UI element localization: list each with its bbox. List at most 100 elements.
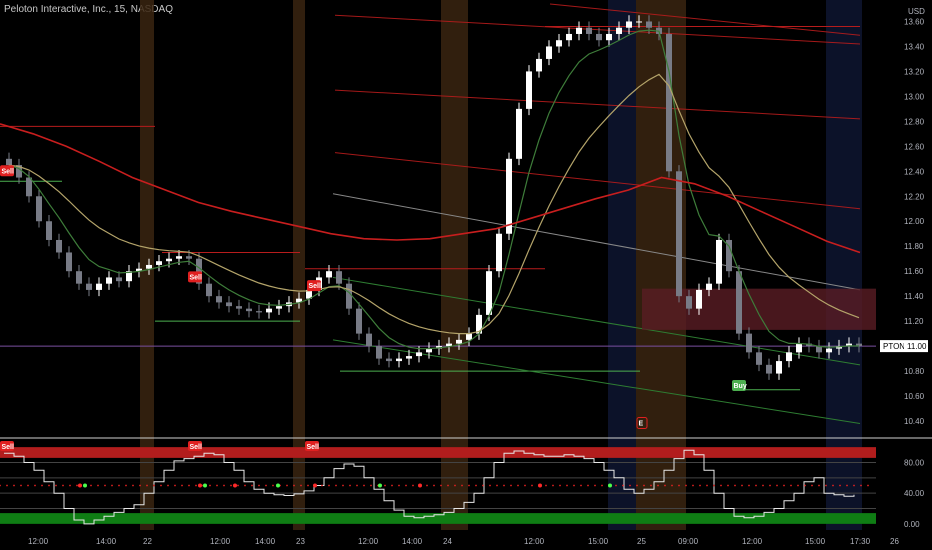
osc-dot bbox=[104, 484, 106, 487]
osc-dot-red bbox=[313, 483, 317, 488]
candle-body bbox=[66, 252, 72, 272]
candle-body bbox=[276, 306, 282, 309]
osc-dot bbox=[867, 484, 869, 487]
candle-body bbox=[756, 352, 762, 365]
candle-body bbox=[736, 271, 742, 334]
osc-dot bbox=[384, 484, 386, 487]
candle-body bbox=[346, 283, 352, 309]
osc-sell-signal-label: Sell bbox=[2, 444, 15, 451]
candle-body bbox=[56, 239, 62, 253]
candle-body bbox=[496, 233, 502, 272]
price-tag-value: 11.00 bbox=[907, 342, 927, 351]
sell-signal-label: E bbox=[639, 421, 644, 428]
osc-dot bbox=[440, 484, 442, 487]
osc-dot bbox=[195, 484, 197, 487]
osc-dot bbox=[545, 484, 547, 487]
osc-dot bbox=[594, 484, 596, 487]
osc-dot bbox=[475, 484, 477, 487]
osc-dot bbox=[300, 484, 302, 487]
price-tick-label: 12.60 bbox=[904, 142, 925, 151]
candle-body bbox=[156, 261, 162, 265]
osc-dot bbox=[181, 484, 183, 487]
osc-dot bbox=[97, 484, 99, 487]
candle-body bbox=[566, 33, 572, 41]
time-tick-label: 17:30 bbox=[850, 537, 871, 546]
osc-dot bbox=[587, 484, 589, 487]
osc-dot bbox=[237, 484, 239, 487]
osc-dot bbox=[132, 484, 134, 487]
red-trend-line bbox=[334, 89, 861, 120]
osc-dot bbox=[685, 484, 687, 487]
price-tick-label: 12.00 bbox=[904, 217, 925, 226]
price-tick-label: 11.60 bbox=[904, 267, 924, 276]
osc-dot bbox=[699, 484, 701, 487]
candle-body bbox=[826, 348, 832, 353]
sell-signal-label: Sell bbox=[2, 168, 15, 175]
price-tick-label: 12.20 bbox=[904, 192, 925, 201]
candle-body bbox=[46, 221, 52, 240]
candle-body bbox=[236, 306, 242, 309]
price-tick-label: 11.80 bbox=[904, 242, 924, 251]
candle-body bbox=[356, 308, 362, 334]
candle-body bbox=[646, 21, 652, 28]
candle-body bbox=[596, 33, 602, 41]
candle-body bbox=[416, 352, 422, 357]
price-tick-label: 13.20 bbox=[904, 67, 925, 76]
osc-dot bbox=[209, 484, 211, 487]
oscillator-line bbox=[4, 449, 855, 525]
candle-body bbox=[716, 239, 722, 284]
osc-dot bbox=[307, 484, 309, 487]
osc-dot bbox=[118, 484, 120, 487]
candle-body bbox=[616, 27, 622, 34]
osc-dot bbox=[692, 484, 694, 487]
candle-body bbox=[666, 33, 672, 172]
candle-body bbox=[376, 346, 382, 359]
osc-dot bbox=[356, 484, 358, 487]
osc-dot bbox=[349, 484, 351, 487]
buy-signal-label: Buy bbox=[734, 383, 747, 390]
osc-dot bbox=[573, 484, 575, 487]
candle-body bbox=[546, 46, 552, 59]
candle-body bbox=[256, 311, 262, 313]
osc-dot bbox=[657, 484, 659, 487]
osc-dot bbox=[146, 484, 148, 487]
candle-body bbox=[526, 71, 532, 109]
osc-dot bbox=[622, 484, 624, 487]
price-tick-label: 13.00 bbox=[904, 92, 925, 101]
osc-dot bbox=[853, 484, 855, 487]
osc-dot bbox=[664, 484, 666, 487]
time-tick-label: 12:00 bbox=[28, 537, 49, 546]
osc-dot bbox=[41, 484, 43, 487]
osc-dot bbox=[335, 484, 337, 487]
candle-body bbox=[786, 352, 792, 362]
candle-body bbox=[186, 256, 192, 259]
osc-dot bbox=[650, 484, 652, 487]
osc-dot-red bbox=[78, 483, 82, 488]
candle-body bbox=[146, 264, 152, 269]
osc-dot-green bbox=[276, 483, 280, 488]
osc-dot bbox=[552, 484, 554, 487]
osc-dot bbox=[489, 484, 491, 487]
osc-dot bbox=[720, 484, 722, 487]
candle-body bbox=[116, 277, 122, 282]
osc-dot bbox=[468, 484, 470, 487]
osc-dot bbox=[55, 484, 57, 487]
candle-body bbox=[796, 343, 802, 353]
candle-body bbox=[226, 302, 232, 307]
osc-dot bbox=[580, 484, 582, 487]
osc-dot bbox=[342, 484, 344, 487]
chart-canvas[interactable]: 10.40 10.60 10.80 11.00 11.20 11.40 11.60 11.80… bbox=[0, 0, 932, 550]
osc-dot bbox=[510, 484, 512, 487]
osc-dot bbox=[20, 484, 22, 487]
osc-dot bbox=[818, 484, 820, 487]
osc-dot bbox=[804, 484, 806, 487]
time-tick-label: 12:00 bbox=[358, 537, 379, 546]
candle-body bbox=[246, 308, 252, 312]
osc-dot-green bbox=[83, 483, 87, 488]
osc-dot bbox=[671, 484, 673, 487]
osc-dot bbox=[258, 484, 260, 487]
candle-body bbox=[516, 108, 522, 159]
time-tick-label: 12:00 bbox=[742, 537, 763, 546]
osc-dot bbox=[741, 484, 743, 487]
osc-dot bbox=[244, 484, 246, 487]
